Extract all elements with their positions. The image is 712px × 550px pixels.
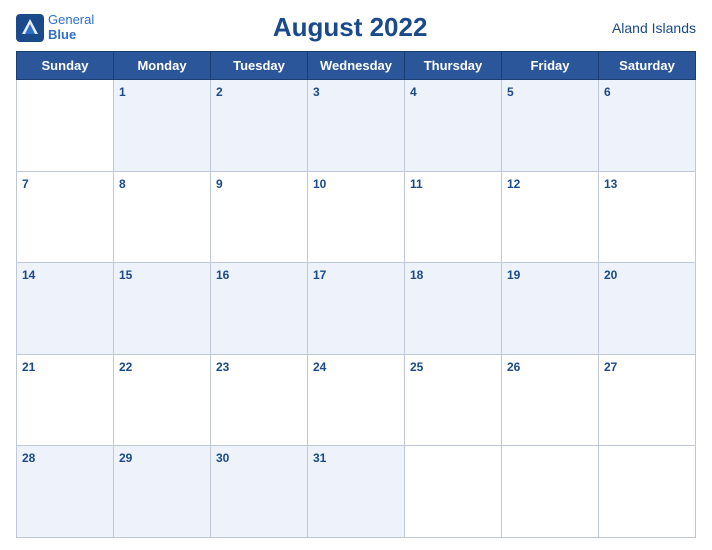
calendar-day-cell: 28 [17,446,114,538]
day-number: 10 [313,177,326,191]
calendar-day-cell: 24 [308,354,405,446]
calendar-day-cell: 26 [502,354,599,446]
day-number: 4 [410,85,417,99]
header-tuesday: Tuesday [211,52,308,80]
day-number: 5 [507,85,514,99]
calendar-day-cell: 9 [211,171,308,263]
day-number: 3 [313,85,320,99]
region-label: Aland Islands [606,20,696,36]
day-number: 16 [216,268,229,282]
calendar-week-row: 28 29 30 31 [17,446,696,538]
day-number: 2 [216,85,223,99]
day-number: 31 [313,451,326,465]
day-number: 6 [604,85,611,99]
calendar-day-cell: 27 [599,354,696,446]
calendar-day-cell: 23 [211,354,308,446]
day-number: 1 [119,85,126,99]
header-wednesday: Wednesday [308,52,405,80]
calendar-day-cell: 17 [308,263,405,355]
logo-text: General Blue [48,13,94,42]
day-number: 9 [216,177,223,191]
day-number: 13 [604,177,617,191]
calendar-day-cell: 10 [308,171,405,263]
calendar-day-cell: 8 [114,171,211,263]
calendar-day-cell: 22 [114,354,211,446]
calendar-day-cell: 5 [502,80,599,172]
header-thursday: Thursday [405,52,502,80]
day-number: 7 [22,177,29,191]
calendar-day-cell: 6 [599,80,696,172]
calendar-day-cell [502,446,599,538]
calendar-day-cell: 11 [405,171,502,263]
calendar-day-cell [17,80,114,172]
calendar-day-cell: 30 [211,446,308,538]
calendar-day-cell: 16 [211,263,308,355]
calendar-day-cell: 29 [114,446,211,538]
calendar-day-cell: 21 [17,354,114,446]
day-number: 8 [119,177,126,191]
day-number: 15 [119,268,132,282]
day-number: 14 [22,268,35,282]
calendar-day-cell [405,446,502,538]
day-number: 12 [507,177,520,191]
calendar-day-cell: 12 [502,171,599,263]
calendar-week-row: 7 8 9 10 11 12 13 [17,171,696,263]
calendar-header: General Blue August 2022 Aland Islands [16,12,696,43]
calendar-day-cell: 18 [405,263,502,355]
calendar-day-cell: 14 [17,263,114,355]
calendar-day-cell: 4 [405,80,502,172]
calendar-day-cell: 15 [114,263,211,355]
day-number: 23 [216,360,229,374]
calendar-day-cell: 3 [308,80,405,172]
day-number: 25 [410,360,423,374]
calendar-week-row: 1 2 3 4 5 6 [17,80,696,172]
day-number: 24 [313,360,326,374]
calendar-day-cell: 7 [17,171,114,263]
logo: General Blue [16,13,94,42]
day-number: 19 [507,268,520,282]
header-monday: Monday [114,52,211,80]
day-number: 20 [604,268,617,282]
day-number: 30 [216,451,229,465]
calendar-day-cell: 19 [502,263,599,355]
header-friday: Friday [502,52,599,80]
calendar-title: August 2022 [94,12,606,43]
day-number: 27 [604,360,617,374]
calendar-day-cell: 2 [211,80,308,172]
logo-line2: Blue [48,27,76,42]
weekday-header-row: Sunday Monday Tuesday Wednesday Thursday… [17,52,696,80]
calendar-week-row: 21 22 23 24 25 26 27 [17,354,696,446]
calendar-page: General Blue August 2022 Aland Islands S… [0,0,712,550]
calendar-week-row: 14 15 16 17 18 19 20 [17,263,696,355]
calendar-day-cell: 1 [114,80,211,172]
logo-line1: General [48,12,94,27]
day-number: 21 [22,360,35,374]
day-number: 17 [313,268,326,282]
logo-icon [16,14,44,42]
day-number: 26 [507,360,520,374]
calendar-day-cell [599,446,696,538]
calendar-table: Sunday Monday Tuesday Wednesday Thursday… [16,51,696,538]
calendar-day-cell: 13 [599,171,696,263]
calendar-day-cell: 31 [308,446,405,538]
header-saturday: Saturday [599,52,696,80]
day-number: 11 [410,177,423,191]
header-sunday: Sunday [17,52,114,80]
day-number: 28 [22,451,35,465]
calendar-day-cell: 25 [405,354,502,446]
day-number: 22 [119,360,132,374]
day-number: 29 [119,451,132,465]
day-number: 18 [410,268,423,282]
calendar-day-cell: 20 [599,263,696,355]
